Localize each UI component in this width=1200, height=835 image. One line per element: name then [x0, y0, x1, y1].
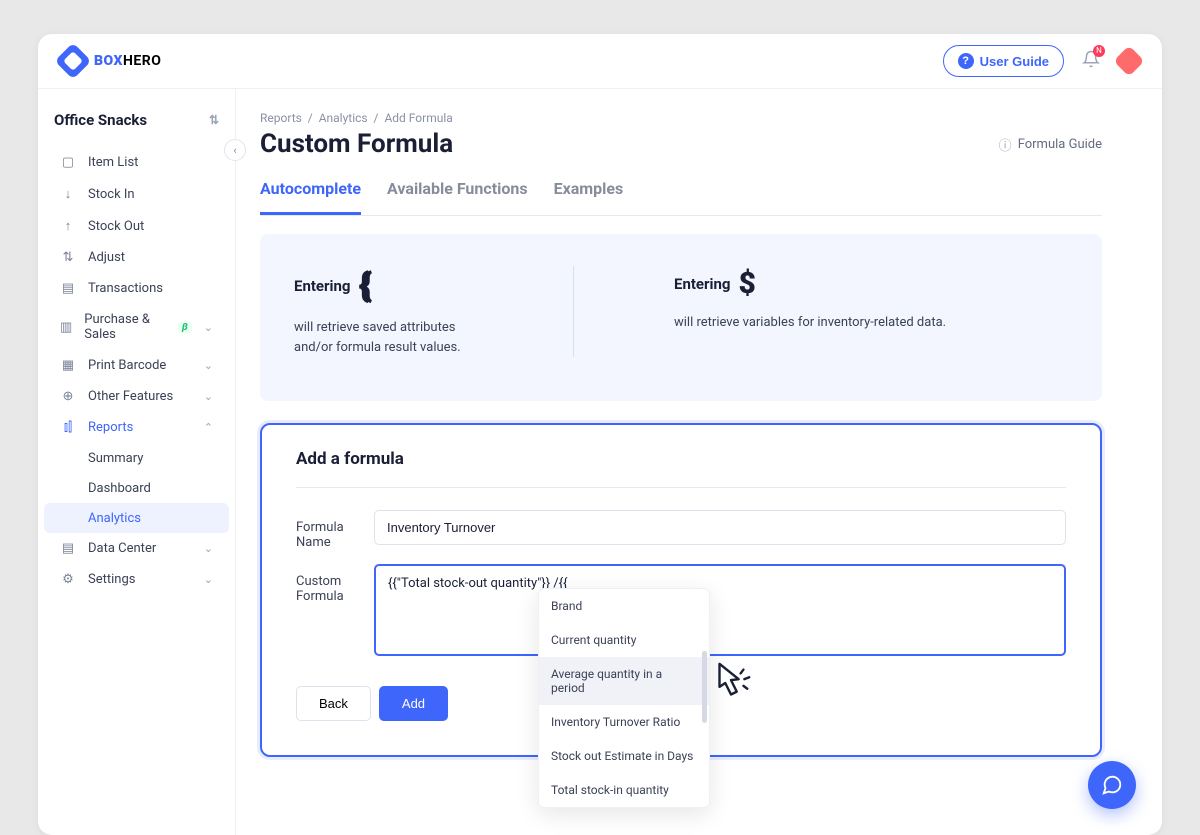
sort-icon: ⇅ — [209, 113, 219, 127]
chevron-down-icon: ⌄ — [204, 390, 213, 403]
dollar-description: will retrieve variables for inventory-re… — [674, 313, 946, 333]
section-title: Add a formula — [296, 449, 1066, 488]
sidebar-item-other-features[interactable]: ⊕Other Features⌄ — [44, 381, 229, 412]
dropdown-item[interactable]: Brand — [539, 589, 709, 623]
sidebar-item-adjust[interactable]: ⇅Adjust — [44, 242, 229, 273]
sidebar-item-print-barcode[interactable]: ▦Print Barcode⌄ — [44, 350, 229, 381]
tab-examples[interactable]: Examples — [554, 173, 624, 215]
box-icon: ▢ — [60, 155, 76, 170]
sidebar-item-purchase-sales[interactable]: ▥Purchase & Salesβ⌄ — [44, 304, 229, 350]
sidebar-item-transactions[interactable]: ▤Transactions — [44, 273, 229, 304]
sidebar: ‹ Office Snacks ⇅ ▢Item List ↓Stock In ↑… — [38, 89, 236, 835]
chevron-down-icon: ⌄ — [204, 542, 213, 555]
brand-logo[interactable]: BOXHERO — [60, 48, 161, 74]
beta-badge: β — [178, 322, 192, 333]
page-title: Custom Formula — [260, 129, 453, 159]
database-icon: ▤ — [60, 541, 76, 556]
dropdown-scrollbar[interactable] — [702, 651, 707, 723]
sidebar-item-settings[interactable]: ⚙Settings⌄ — [44, 564, 229, 595]
autocomplete-dropdown: Brand Current quantity Average quantity … — [538, 588, 710, 808]
gear-icon: ⚙ — [60, 572, 76, 587]
notifications-button[interactable]: N — [1082, 50, 1100, 73]
custom-formula-label: Custom Formula — [296, 564, 374, 604]
help-fab-button[interactable] — [1088, 761, 1136, 809]
user-guide-button[interactable]: ? User Guide — [943, 45, 1064, 77]
dropdown-item[interactable]: Stock out Estimate in Days — [539, 739, 709, 773]
chevron-down-icon: ⌄ — [204, 321, 213, 334]
sidebar-item-stock-out[interactable]: ↑Stock Out — [44, 210, 229, 242]
document-icon: ▥ — [60, 320, 72, 335]
dropdown-item[interactable]: Current quantity — [539, 623, 709, 657]
autocomplete-info-card: Entering {{ will retrieve saved attribut… — [260, 234, 1102, 401]
breadcrumb-reports[interactable]: Reports — [260, 111, 302, 125]
dropdown-item[interactable]: Inventory Turnover Ratio — [539, 705, 709, 739]
back-button[interactable]: Back — [296, 686, 371, 721]
workspace-selector[interactable]: Office Snacks ⇅ — [38, 103, 235, 147]
list-icon: ▤ — [60, 281, 76, 296]
breadcrumb: Reports / Analytics / Add Formula — [260, 111, 1102, 125]
question-circle-icon: ⓘ — [999, 135, 1012, 154]
add-formula-section: Add a formula Formula Name Custom Formul… — [260, 423, 1102, 757]
breadcrumb-add-formula[interactable]: Add Formula — [384, 111, 452, 125]
dropdown-item[interactable]: Total stock-in quantity — [539, 773, 709, 807]
tab-available-functions[interactable]: Available Functions — [387, 173, 528, 215]
custom-formula-input[interactable]: {{"Total stock-out quantity"}} /{{ — [374, 564, 1066, 656]
dollar-icon: $ — [738, 266, 755, 301]
avatar[interactable] — [1113, 45, 1144, 76]
formula-guide-link[interactable]: ⓘ Formula Guide — [999, 135, 1102, 154]
add-button[interactable]: Add — [379, 686, 448, 721]
sidebar-item-reports[interactable]: ⫾⫿Reports⌃ — [44, 412, 229, 443]
entering-label: Entering — [674, 275, 730, 293]
sidebar-item-dashboard[interactable]: Dashboard — [44, 473, 229, 503]
breadcrumb-analytics[interactable]: Analytics — [319, 111, 368, 125]
braces-description: will retrieve saved attributes and/or fo… — [294, 318, 493, 357]
adjust-icon: ⇅ — [60, 250, 76, 265]
sidebar-item-analytics[interactable]: Analytics — [44, 503, 229, 533]
formula-name-label: Formula Name — [296, 510, 374, 550]
notification-badge: N — [1093, 45, 1105, 57]
user-guide-label: User Guide — [980, 54, 1049, 69]
upload-icon: ↑ — [60, 218, 76, 234]
entering-label: Entering — [294, 277, 350, 295]
logo-icon — [55, 43, 92, 80]
plus-circle-icon: ⊕ — [60, 389, 76, 404]
chart-icon: ⫾⫿ — [60, 420, 76, 435]
barcode-icon: ▦ — [60, 358, 76, 373]
download-icon: ↓ — [60, 186, 76, 202]
sidebar-item-item-list[interactable]: ▢Item List — [44, 147, 229, 178]
chevron-down-icon: ⌄ — [204, 573, 213, 586]
sidebar-item-summary[interactable]: Summary — [44, 443, 229, 473]
dropdown-item[interactable]: Average quantity in a period — [539, 657, 709, 705]
tab-autocomplete[interactable]: Autocomplete — [260, 173, 361, 215]
brand-name: BOXHERO — [94, 53, 161, 69]
braces-icon: {{ — [358, 266, 364, 306]
sidebar-item-stock-in[interactable]: ↓Stock In — [44, 178, 229, 210]
workspace-name: Office Snacks — [54, 111, 147, 129]
sidebar-item-data-center[interactable]: ▤Data Center⌄ — [44, 533, 229, 564]
formula-name-input[interactable] — [374, 510, 1066, 545]
chevron-down-icon: ⌄ — [204, 359, 213, 372]
question-icon: ? — [958, 53, 974, 69]
chevron-up-icon: ⌃ — [204, 421, 213, 434]
